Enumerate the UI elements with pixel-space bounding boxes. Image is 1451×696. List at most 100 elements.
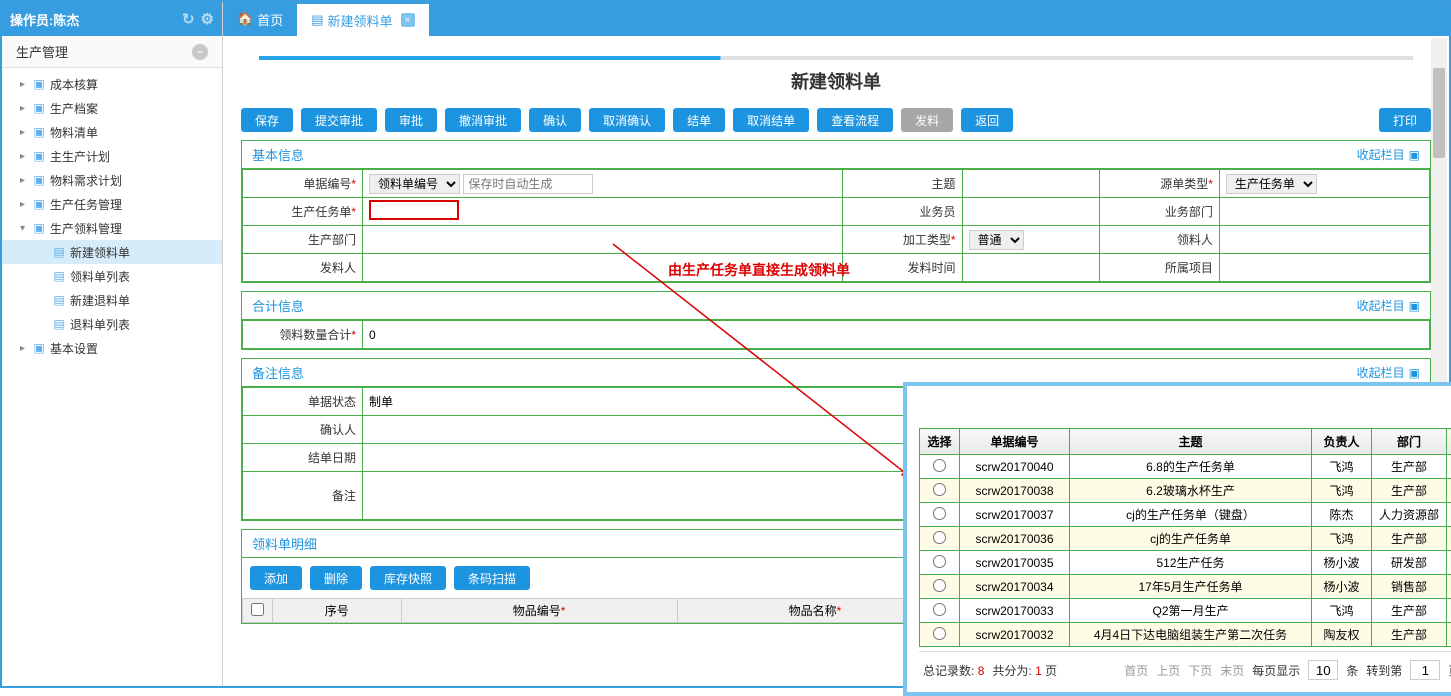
cell-creator: 胡建 [1447, 623, 1451, 647]
row-radio[interactable] [933, 579, 946, 592]
tree-child-item[interactable]: 新建退料单 [2, 288, 222, 312]
doc-no-input[interactable] [463, 174, 593, 194]
cell-subject: 17年5月生产任务单 [1070, 575, 1312, 599]
collapse-toggle[interactable]: 收起栏目 [1357, 297, 1420, 314]
cell-subject: Q2第一月生产 [1070, 599, 1312, 623]
doc-no-select[interactable]: 领料单编号 [369, 174, 460, 194]
tree-item[interactable]: ▾生产领料管理 [2, 216, 222, 240]
cell-no: scrw20170038 [960, 479, 1070, 503]
sidebar-section[interactable]: 生产管理 − [2, 36, 222, 68]
file-icon [52, 317, 66, 331]
close-icon[interactable]: × [401, 13, 415, 27]
task-row[interactable]: scrw20170035 512生产任务 杨小波 研发部 杨小波 [920, 551, 1451, 575]
detail-action-button[interactable]: 删除 [310, 566, 362, 590]
cell-dept: 销售部 [1372, 575, 1447, 599]
file-icon [52, 293, 66, 307]
row-radio[interactable] [933, 555, 946, 568]
file-icon: ▤ [311, 12, 323, 28]
tree-item[interactable]: ▸基本设置 [2, 336, 222, 360]
proc-type-select[interactable]: 普通 [969, 230, 1024, 250]
chevron-right-icon: ▸ [20, 127, 32, 138]
action-button[interactable]: 审批 [385, 108, 437, 132]
folder-icon [32, 77, 46, 91]
action-button[interactable]: 查看流程 [817, 108, 893, 132]
print-button[interactable]: 打印 [1379, 108, 1431, 132]
pager-last[interactable]: 末页 [1220, 662, 1244, 679]
row-radio[interactable] [933, 603, 946, 616]
source-type-select[interactable]: 生产任务单 [1226, 174, 1317, 194]
cell-no: scrw20170032 [960, 623, 1070, 647]
cell-owner: 陈杰 [1312, 503, 1372, 527]
tree-item-label: 领料单列表 [70, 268, 130, 285]
pager-prev[interactable]: 上页 [1156, 662, 1180, 679]
pager-size-input[interactable] [1308, 660, 1338, 680]
task-lookup-field[interactable] [369, 200, 459, 220]
task-row[interactable]: scrw20170033 Q2第一月生产 飞鸿 生产部 杨小波 [920, 599, 1451, 623]
tree-item[interactable]: ▸生产任务管理 [2, 192, 222, 216]
row-radio[interactable] [933, 627, 946, 640]
form-basic: 单据编号* 领料单编号 主题 源单类型* 生产任务单 生产任务单* 业务员 [242, 169, 1430, 282]
task-row[interactable]: scrw20170034 17年5月生产任务单 杨小波 销售部 杨小波 [920, 575, 1451, 599]
action-button[interactable]: 撤消审批 [445, 108, 521, 132]
gear-icon[interactable]: ⚙ [201, 10, 214, 28]
select-all-checkbox[interactable] [251, 603, 264, 616]
chevron-right-icon: ▸ [20, 343, 32, 354]
cell-dept: 生产部 [1372, 527, 1447, 551]
popup-col-header: 选择 [920, 429, 960, 455]
action-button[interactable]: 取消确认 [589, 108, 665, 132]
pager: 总记录数: 8 共分为: 1 页 首页 上页 下页 末页 每页显示 条 转到第 … [919, 651, 1451, 680]
pager-next[interactable]: 下页 [1188, 662, 1212, 679]
cell-subject: 6.8的生产任务单 [1070, 455, 1312, 479]
tree-child-item[interactable]: 退料单列表 [2, 312, 222, 336]
cell-no: scrw20170033 [960, 599, 1070, 623]
scrollbar-thumb[interactable] [1433, 68, 1445, 158]
popup-col-header: 单据编号 [960, 429, 1070, 455]
popup-col-header: 部门 [1372, 429, 1447, 455]
row-radio[interactable] [933, 531, 946, 544]
refresh-icon[interactable]: ↻ [182, 10, 195, 28]
detail-action-button[interactable]: 库存快照 [370, 566, 446, 590]
tree-item[interactable]: ▸物料清单 [2, 120, 222, 144]
action-button-disabled[interactable]: 发料 [901, 108, 953, 132]
pager-first[interactable]: 首页 [1124, 662, 1148, 679]
section-total: 合计信息 收起栏目 领料数量合计* 0 [241, 291, 1431, 350]
tree-item[interactable]: ▸物料需求计划 [2, 168, 222, 192]
tree-child-item[interactable]: 新建领料单 [2, 240, 222, 264]
row-radio[interactable] [933, 483, 946, 496]
action-button[interactable]: 结单 [673, 108, 725, 132]
detail-action-button[interactable]: 条码扫描 [454, 566, 530, 590]
cell-owner: 飞鸿 [1312, 527, 1372, 551]
task-row[interactable]: scrw20170032 4月4日下达电脑组装生产第二次任务 陶友权 生产部 胡… [920, 623, 1451, 647]
action-bar: 保存提交审批审批撤消审批确认取消确认结单取消结单查看流程发料返回 打印 [241, 108, 1431, 132]
cell-subject: cj的生产任务单（键盘） [1070, 503, 1312, 527]
action-button[interactable]: 提交审批 [301, 108, 377, 132]
tree-item-label: 生产档案 [50, 100, 98, 117]
task-row[interactable]: scrw20170036 cj的生产任务单 飞鸿 生产部 陈杰 [920, 527, 1451, 551]
action-button[interactable]: 保存 [241, 108, 293, 132]
tree-item[interactable]: ▸生产档案 [2, 96, 222, 120]
section-title: 备注信息 [252, 363, 304, 382]
tab[interactable]: ▤新建领料单× [297, 2, 428, 36]
task-row[interactable]: scrw20170037 cj的生产任务单（键盘） 陈杰 人力资源部 陈杰 [920, 503, 1451, 527]
task-row[interactable]: scrw20170038 6.2玻璃水杯生产 飞鸿 生产部 陈杰 [920, 479, 1451, 503]
section-title: 领料单明细 [252, 534, 317, 553]
cell-dept: 研发部 [1372, 551, 1447, 575]
cell-creator: 陈杰 [1447, 455, 1451, 479]
cell-subject: 4月4日下达电脑组装生产第二次任务 [1070, 623, 1312, 647]
detail-action-button[interactable]: 添加 [250, 566, 302, 590]
collapse-toggle[interactable]: 收起栏目 [1357, 364, 1420, 381]
action-button[interactable]: 取消结单 [733, 108, 809, 132]
return-button[interactable]: 返回 [961, 108, 1013, 132]
tree-child-item[interactable]: 领料单列表 [2, 264, 222, 288]
action-button[interactable]: 确认 [529, 108, 581, 132]
tree-item[interactable]: ▸成本核算 [2, 72, 222, 96]
row-radio[interactable] [933, 507, 946, 520]
nav-tree: ▸成本核算▸生产档案▸物料清单▸主生产计划▸物料需求计划▸生产任务管理▾生产领料… [2, 68, 222, 364]
tab[interactable]: 🏠首页 [223, 2, 297, 36]
collapse-icon[interactable]: − [192, 44, 208, 60]
task-row[interactable]: scrw20170040 6.8的生产任务单 飞鸿 生产部 陈杰 [920, 455, 1451, 479]
row-radio[interactable] [933, 459, 946, 472]
tree-item[interactable]: ▸主生产计划 [2, 144, 222, 168]
pager-goto-input[interactable] [1410, 660, 1440, 680]
collapse-toggle[interactable]: 收起栏目 [1357, 146, 1420, 163]
